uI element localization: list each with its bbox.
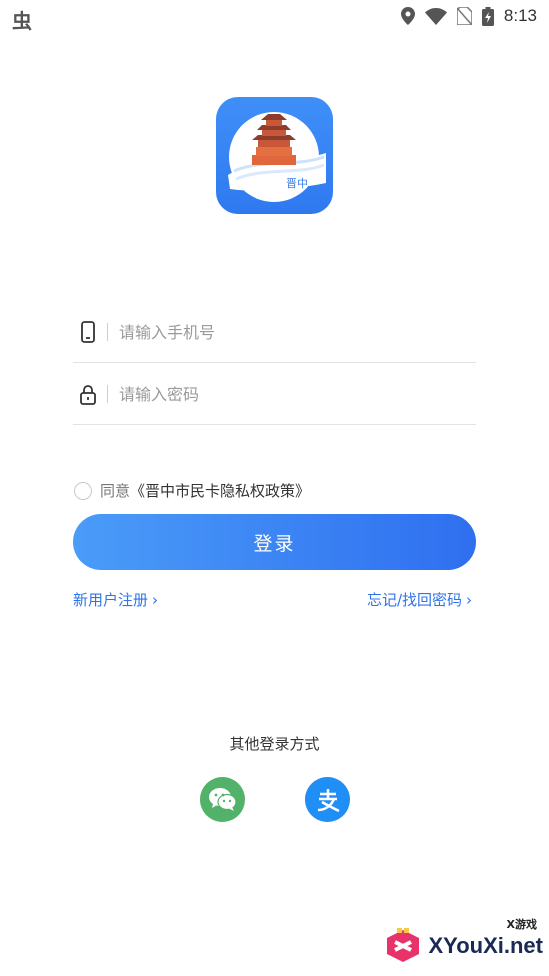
status-bar: 虫 8:13 (0, 0, 549, 33)
register-link[interactable]: 新用户注册 › (73, 589, 158, 610)
chevron-right-icon: › (466, 590, 472, 609)
logo-text: 晋中 (286, 177, 308, 190)
wechat-icon (208, 787, 237, 811)
battery-charging-icon (481, 6, 494, 26)
forgot-password-link[interactable]: 忘记/找回密码 › (367, 589, 472, 610)
privacy-policy-link[interactable]: 《晋中市民卡隐私权政策》 (130, 480, 310, 501)
login-button[interactable]: 登录 (73, 514, 476, 570)
status-time: 8:13 (503, 6, 537, 25)
watermark: XYouXi.net (381, 924, 544, 968)
location-icon (400, 7, 415, 25)
no-sim-icon (456, 7, 472, 25)
password-input[interactable] (119, 379, 459, 409)
password-separator (107, 385, 108, 403)
register-label: 新用户注册 (73, 591, 149, 609)
phone-icon (81, 321, 95, 343)
phone-separator (107, 323, 108, 341)
agreement-prefix: 同意 (100, 482, 131, 500)
status-icons: 8:13 (400, 6, 537, 26)
alipay-login-button[interactable] (305, 777, 350, 822)
agreement-checkbox[interactable] (74, 481, 92, 500)
alipay-icon (317, 788, 340, 812)
password-field (73, 363, 476, 425)
agreement-row: 同意 《晋中市民卡隐私权政策》 (74, 480, 310, 501)
phone-field (73, 301, 476, 363)
tower-logo-icon: 晋中 (228, 112, 326, 202)
watermark-text: XYouXi.net (428, 933, 544, 958)
gamepad-logo-icon (386, 928, 419, 962)
chevron-right-icon: › (152, 590, 159, 609)
other-login-title: 其他登录方式 (229, 735, 320, 753)
lock-icon (80, 385, 96, 405)
wechat-login-button[interactable] (200, 777, 245, 822)
wifi-icon (424, 7, 447, 25)
forgot-password-label: 忘记/找回密码 (366, 591, 462, 609)
phone-input[interactable] (119, 317, 459, 347)
app-logo: 晋中 (216, 97, 333, 214)
debug-bug-icon: 虫 (12, 9, 32, 33)
